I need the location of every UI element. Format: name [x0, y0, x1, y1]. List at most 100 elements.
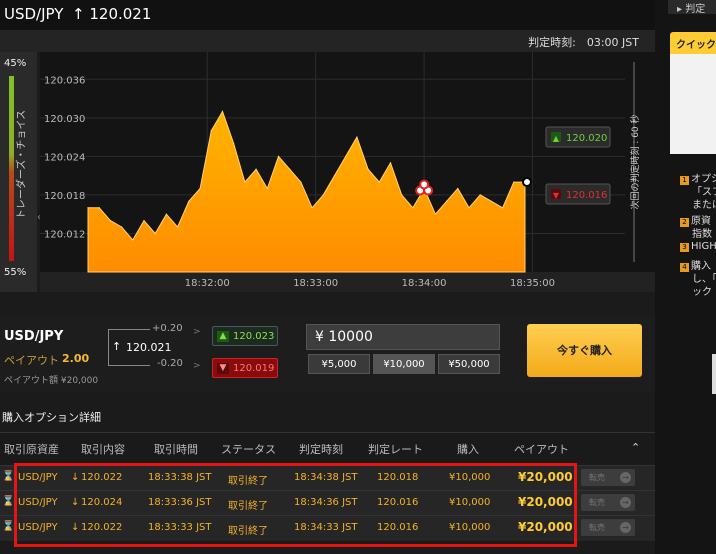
price-point	[132, 239, 134, 241]
price-point	[255, 168, 257, 170]
price-point	[434, 213, 436, 215]
x-tick-label: 18:33:00	[293, 278, 338, 289]
resell-label: 転売	[589, 523, 605, 532]
preset-10000-button[interactable]: ¥10,000	[373, 354, 435, 374]
price-point	[345, 155, 347, 157]
col-stake: 購入	[457, 443, 479, 456]
note-number-badge: 2	[680, 218, 689, 227]
price-point	[490, 200, 492, 202]
gauge-low-percent: 55%	[4, 267, 27, 278]
payout-amount: ペイアウト額 ¥20,000	[4, 376, 99, 386]
current-rate: ↑ 120.021	[72, 5, 151, 23]
sidebar-card	[712, 354, 716, 394]
col-payout: ペイアウト	[514, 443, 569, 456]
price-point	[445, 200, 448, 202]
y-tick-label: 120.024	[44, 152, 85, 163]
price-chart: 120.036 120.030 120.024 120.018 120.012 18:32…	[40, 52, 655, 292]
preset-5000-button[interactable]: ¥5,000	[308, 354, 370, 374]
price-point	[121, 226, 123, 228]
low-rate-tag-arrow-icon: ▼	[553, 191, 560, 200]
x-tick-label: 18:35:00	[510, 278, 555, 289]
price-point	[154, 232, 156, 235]
resell-button[interactable]: 転売 →	[581, 469, 635, 486]
price-point	[266, 187, 268, 190]
y-tick-label: 120.030	[44, 114, 85, 125]
quick-tab-label: クイック	[676, 40, 716, 51]
price-point	[401, 194, 403, 196]
price-point	[412, 207, 414, 209]
current-price-dot	[522, 177, 532, 188]
chevron-right-icon: >	[193, 361, 201, 371]
buy-now-button[interactable]: 今すぐ購入	[527, 324, 642, 377]
high-rate-tag-arrow-icon: ▲	[553, 134, 560, 143]
bracket-divider	[108, 365, 150, 366]
price-point	[221, 110, 224, 112]
hourglass-icon: ⌛	[2, 471, 15, 482]
price-point	[244, 181, 246, 183]
resell-button[interactable]: 転売 →	[581, 494, 635, 511]
sidebar-note-line: ック	[692, 283, 712, 298]
low-button[interactable]: ▼ 120.019	[212, 358, 278, 378]
arrow-circle-icon: →	[620, 472, 631, 483]
hourglass-icon: ⌛	[2, 496, 15, 507]
subheader-bar: 判定時刻: 03:00 JST	[0, 30, 655, 52]
price-point	[188, 200, 190, 202]
price-point	[165, 213, 168, 215]
highlight-box	[14, 463, 577, 547]
price-point	[210, 130, 212, 132]
note-text: ック	[692, 287, 712, 298]
price-point	[356, 136, 358, 138]
sidebar-note-line: 指数	[692, 225, 712, 240]
price-point	[333, 175, 336, 177]
low-rate: 120.019	[233, 363, 275, 374]
pair-title: USD/JPY	[4, 5, 64, 23]
col-close-time: 判定時刻	[299, 443, 343, 456]
price-point	[143, 220, 145, 222]
high-rate: 120.023	[233, 331, 275, 342]
low-arrow-icon: ▼	[217, 362, 229, 374]
resell-label: 転売	[589, 498, 605, 507]
x-tick-label: 18:32:00	[185, 278, 230, 289]
bracket-divider	[108, 329, 109, 365]
price-chart-svg: 120.036 120.030 120.024 120.018 120.012 18:32…	[40, 52, 655, 292]
price-area	[87, 110, 526, 273]
y-tick-label: 120.018	[44, 191, 85, 202]
x-axis-band	[40, 272, 655, 292]
y-tick-label: 120.036	[44, 75, 85, 86]
price-point	[98, 207, 100, 209]
minus-diff: -0.20	[157, 358, 183, 369]
high-arrow-icon: ▲	[217, 330, 229, 342]
price-point	[367, 168, 369, 170]
gauge-label: トレーダーズ・チョイス	[16, 109, 28, 220]
note-number-badge: 3	[680, 243, 689, 252]
chevron-right-icon: >	[193, 327, 201, 337]
preset-50000-button[interactable]: ¥50,000	[438, 354, 500, 374]
price-point	[199, 187, 201, 190]
price-point	[389, 162, 392, 164]
price-point	[289, 168, 291, 170]
spot-up-arrow-icon: ↑	[112, 340, 122, 353]
price-point	[177, 226, 179, 228]
high-button[interactable]: ▲ 120.023	[212, 326, 278, 346]
gauge-high-percent: 45%	[4, 58, 27, 69]
close-time: 判定時刻: 03:00 JST	[528, 36, 639, 49]
price-point	[311, 207, 313, 209]
amount-input[interactable]: ¥ 10000	[306, 324, 500, 350]
price-point	[513, 181, 515, 183]
next-close-label: 次回の判定時刻 : 60 秒	[629, 114, 641, 209]
collapse-icon[interactable]: ⌃	[631, 441, 640, 454]
hourglass-icon: ⌛	[2, 521, 15, 532]
details-title: 購入オプション詳細	[2, 411, 101, 424]
traders-choice-gauge: 45% トレーダーズ・チョイス 55% ‹	[0, 52, 41, 292]
price-point	[87, 207, 89, 209]
price-point	[322, 194, 324, 196]
col-status: ステータス	[221, 443, 276, 456]
bracket-divider	[108, 329, 150, 330]
high-rate-tag-text: 120.020	[566, 133, 607, 144]
note-text: HIGH	[691, 241, 716, 252]
price-point	[233, 142, 235, 145]
price-point	[300, 181, 302, 183]
resell-button[interactable]: 転売 →	[581, 519, 635, 536]
plus-diff: +0.20	[152, 323, 183, 334]
col-close-rate: 判定レート	[368, 443, 423, 456]
